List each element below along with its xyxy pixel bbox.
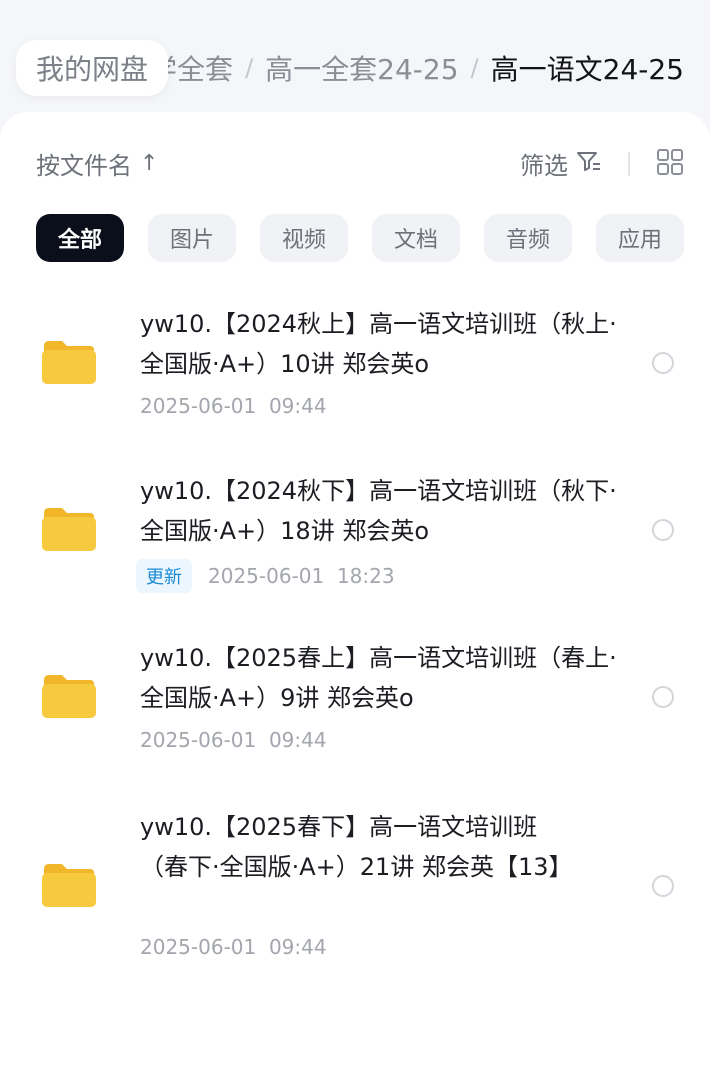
- file-row[interactable]: yw10.【2024秋下】高一语文培训班（秋下·全国版·A+）18讲 郑会英o …: [0, 447, 710, 607]
- breadcrumb: 我的网盘 学全套 / 高一全套24-25 / 高一语文24-25: [0, 40, 710, 96]
- file-time: 09:44: [268, 728, 327, 752]
- chip-all[interactable]: 全部: [36, 214, 124, 262]
- file-meta: 更新 2025-06-01 18:23: [136, 559, 395, 593]
- chip-videos[interactable]: 视频: [260, 214, 348, 262]
- breadcrumb-path: 学全套 / 高一全套24-25 / 高一语文24-25: [149, 40, 684, 96]
- file-time: 09:44: [268, 935, 327, 959]
- file-meta: 2025-06-01 09:44: [140, 728, 327, 752]
- chip-audio[interactable]: 音频: [484, 214, 572, 262]
- sort-label: 按文件名: [36, 152, 132, 180]
- file-panel: 按文件名 ↑ 筛选 全部 图片 视频 文档 音频 应用 yw10.【2024秋上…: [0, 112, 710, 1066]
- file-name: yw10.【2025春上】高一语文培训班（春上·全国版·A+）9讲 郑会英o: [140, 644, 617, 712]
- filter-button[interactable]: 筛选: [520, 146, 602, 181]
- sort-button[interactable]: 按文件名 ↑: [36, 146, 158, 181]
- top-bar: 我的网盘 学全套 / 高一全套24-25 / 高一语文24-25: [0, 0, 710, 130]
- breadcrumb-current: 高一语文24-25: [490, 53, 684, 86]
- filter-icon: [576, 150, 602, 178]
- select-radio[interactable]: [652, 875, 674, 897]
- filter-label: 筛选: [520, 152, 568, 180]
- breadcrumb-home[interactable]: 我的网盘: [16, 40, 169, 96]
- file-row[interactable]: yw10.【2025春上】高一语文培训班（春上·全国版·A+）9讲 郑会英o 2…: [0, 614, 710, 774]
- chip-apps[interactable]: 应用: [596, 214, 684, 262]
- file-meta: 2025-06-01 09:44: [140, 394, 327, 418]
- file-time: 18:23: [336, 564, 395, 588]
- file-date: 2025-06-01: [140, 935, 257, 959]
- grid-view-icon[interactable]: [656, 148, 684, 176]
- select-radio[interactable]: [652, 352, 674, 374]
- select-radio[interactable]: [652, 519, 674, 541]
- folder-icon: [40, 672, 98, 720]
- toolbar-divider: [628, 152, 630, 176]
- file-time: 09:44: [268, 394, 327, 418]
- category-chips: 全部 图片 视频 文档 音频 应用: [36, 214, 684, 262]
- chip-images[interactable]: 图片: [148, 214, 236, 262]
- file-name: yw10.【2024秋上】高一语文培训班（秋上·全国版·A+）10讲 郑会英o: [140, 310, 617, 378]
- update-badge: 更新: [136, 559, 192, 593]
- breadcrumb-separator: /: [470, 54, 479, 82]
- sort-arrow-icon: ↑: [140, 151, 159, 176]
- file-row[interactable]: yw10.【2024秋上】高一语文培训班（秋上·全国版·A+）10讲 郑会英o …: [0, 280, 710, 440]
- file-date: 2025-06-01: [208, 564, 325, 588]
- folder-icon: [40, 505, 98, 553]
- file-row[interactable]: yw10.【2025春下】高一语文培训班（春下·全国版·A+）21讲 郑会英【1…: [0, 781, 710, 1001]
- file-meta: 2025-06-01 09:44: [140, 935, 327, 959]
- file-name: yw10.【2025春下】高一语文培训班（春下·全国版·A+）21讲 郑会英【1…: [140, 813, 573, 881]
- folder-icon: [40, 338, 98, 386]
- folder-icon: [40, 861, 98, 909]
- file-name: yw10.【2024秋下】高一语文培训班（秋下·全国版·A+）18讲 郑会英o: [140, 477, 617, 545]
- chip-documents[interactable]: 文档: [372, 214, 460, 262]
- file-date: 2025-06-01: [140, 728, 257, 752]
- breadcrumb-item-2[interactable]: 高一全套24-25: [265, 48, 458, 88]
- toolbar: 按文件名 ↑ 筛选: [0, 136, 710, 192]
- breadcrumb-separator: /: [245, 54, 254, 82]
- select-radio[interactable]: [652, 686, 674, 708]
- file-date: 2025-06-01: [140, 394, 257, 418]
